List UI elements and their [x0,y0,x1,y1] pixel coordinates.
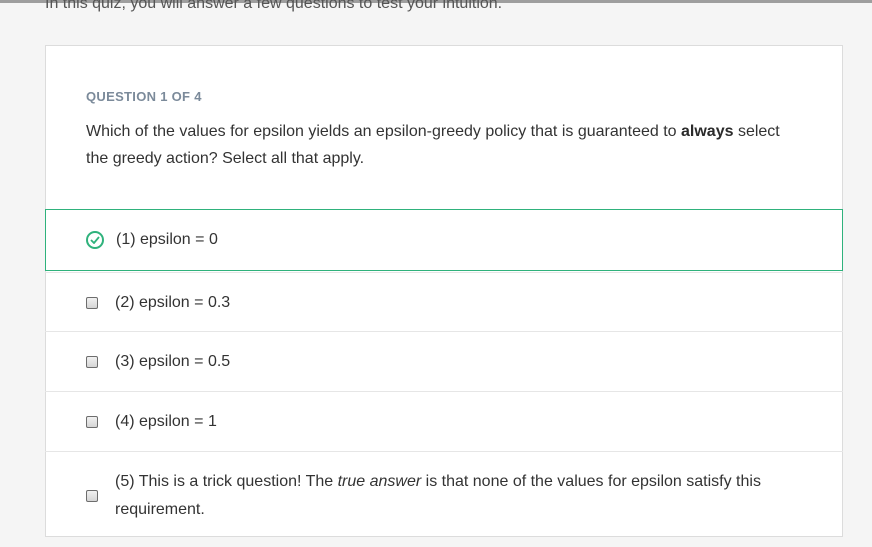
option-1[interactable]: (1) epsilon = 0 [45,209,843,271]
option-label-part: (5) This is a trick question! The [115,473,338,490]
option-label: (3) epsilon = 0.5 [115,352,231,370]
question-text: Which of the values for epsilon yields a… [86,118,786,172]
quiz-card: QUESTION 1 OF 4 Which of the values for … [45,45,843,537]
checkbox[interactable] [86,355,98,368]
option-label: (1) epsilon = 0 [116,231,218,248]
check-circle-icon[interactable] [86,231,104,249]
question-text-emphasis: always [681,123,734,140]
checkbox[interactable] [86,415,98,428]
option-label: (4) epsilon = 1 [115,412,217,430]
checkbox[interactable] [86,490,98,502]
option-label: (2) epsilon = 0.3 [115,293,231,311]
question-number: QUESTION 1 OF 4 [86,89,202,104]
option-3[interactable]: (3) epsilon = 0.5 [45,331,843,391]
quiz-intro: In this quiz, you will answer a few ques… [45,0,503,12]
option-label-emphasis: true answer [337,473,422,490]
option-4[interactable]: (4) epsilon = 1 [45,391,843,451]
option-5[interactable]: (5) This is a trick question! The true a… [45,451,843,539]
option-label: (5) This is a trick question! The true a… [115,468,805,524]
checkbox[interactable] [86,296,98,309]
question-text-part: Which of the values for epsilon yields a… [86,123,682,140]
option-2[interactable]: (2) epsilon = 0.3 [45,272,843,332]
